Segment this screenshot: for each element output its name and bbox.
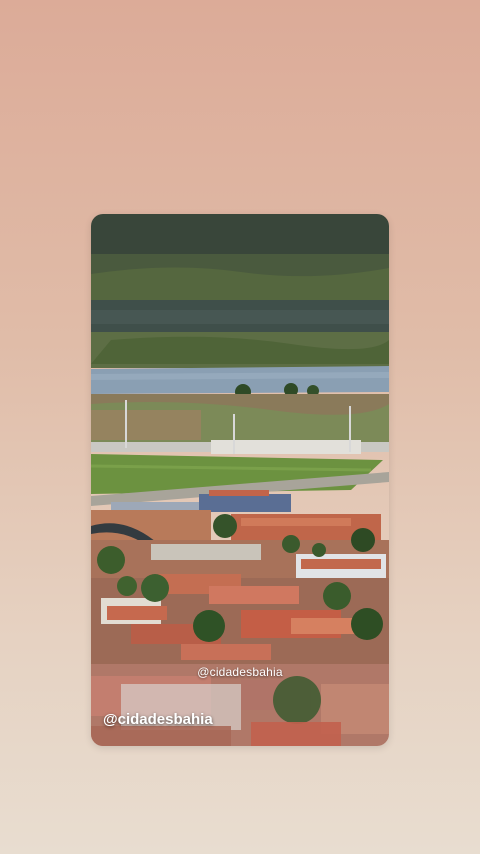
story-card[interactable]: @cidadesbahia @cidadesbahia [91, 214, 389, 746]
watermark-handle-center: @cidadesbahia [197, 665, 283, 679]
watermark-handle-bottom: @cidadesbahia [103, 711, 213, 728]
